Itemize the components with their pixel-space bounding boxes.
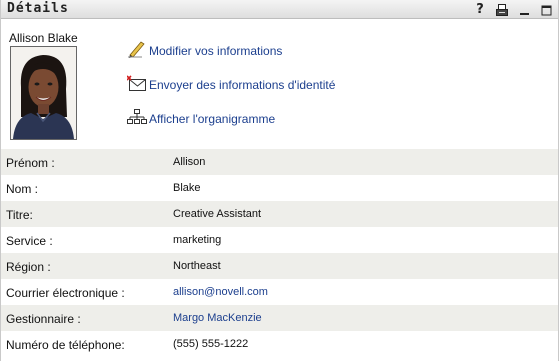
edit-info-label: Modifier vos informations (149, 44, 283, 58)
details-portlet: Détails ? Allison Blake Modifier vos inf… (0, 0, 559, 361)
table-row: Prénom : Allison (1, 149, 558, 175)
send-identity-label: Envoyer des informations d'identité (149, 78, 336, 92)
field-value: Allison (173, 156, 206, 168)
envelope-icon (126, 74, 147, 92)
user-name: Allison Blake (9, 31, 78, 45)
pencil-icon (127, 40, 147, 58)
field-label: Région : (6, 260, 51, 274)
field-value: Blake (173, 182, 201, 194)
field-label: Titre: (6, 208, 33, 222)
field-label: Prénom : (6, 156, 55, 170)
field-value: (555) 555-1222 (173, 338, 249, 350)
field-label: Numéro de téléphone: (6, 338, 125, 352)
minimize-icon[interactable] (518, 3, 530, 16)
maximize-icon[interactable] (540, 3, 552, 16)
org-chart-label: Afficher l'organigramme (149, 112, 276, 126)
send-identity-link[interactable]: Envoyer des informations d'identité (126, 74, 336, 92)
user-photo (10, 46, 77, 140)
print-icon[interactable] (496, 3, 508, 16)
table-row: Titre: Creative Assistant (1, 201, 558, 227)
field-label: Courrier électronique : (6, 286, 125, 300)
edit-info-link[interactable]: Modifier vos informations (127, 40, 282, 58)
field-value: Creative Assistant (173, 208, 262, 220)
field-value: Northeast (173, 260, 221, 272)
table-row: Service : marketing (1, 227, 558, 253)
field-label: Gestionnaire : (6, 312, 81, 326)
org-chart-icon (127, 108, 147, 126)
table-row: Courrier électronique : allison@novell.c… (1, 279, 558, 305)
email-link[interactable]: allison@novell.com (173, 286, 268, 298)
panel-title: Détails (7, 1, 69, 16)
profile-header: Allison Blake Modifier vos informations … (1, 20, 558, 156)
table-row: Région : Northeast (1, 253, 558, 279)
field-label: Nom : (6, 182, 39, 196)
table-row: Numéro de téléphone: (555) 555-1222 (1, 331, 558, 357)
table-row: Nom : Blake (1, 175, 558, 201)
title-bar: Détails ? (1, 0, 558, 19)
field-label: Service : (6, 234, 53, 248)
org-chart-link[interactable]: Afficher l'organigramme (127, 108, 275, 126)
manager-link[interactable]: Margo MacKenzie (173, 312, 262, 324)
table-row: Gestionnaire : Margo MacKenzie (1, 305, 558, 331)
help-icon[interactable]: ? (474, 2, 486, 17)
title-bar-controls: ? (474, 2, 552, 17)
field-value: marketing (173, 234, 222, 246)
